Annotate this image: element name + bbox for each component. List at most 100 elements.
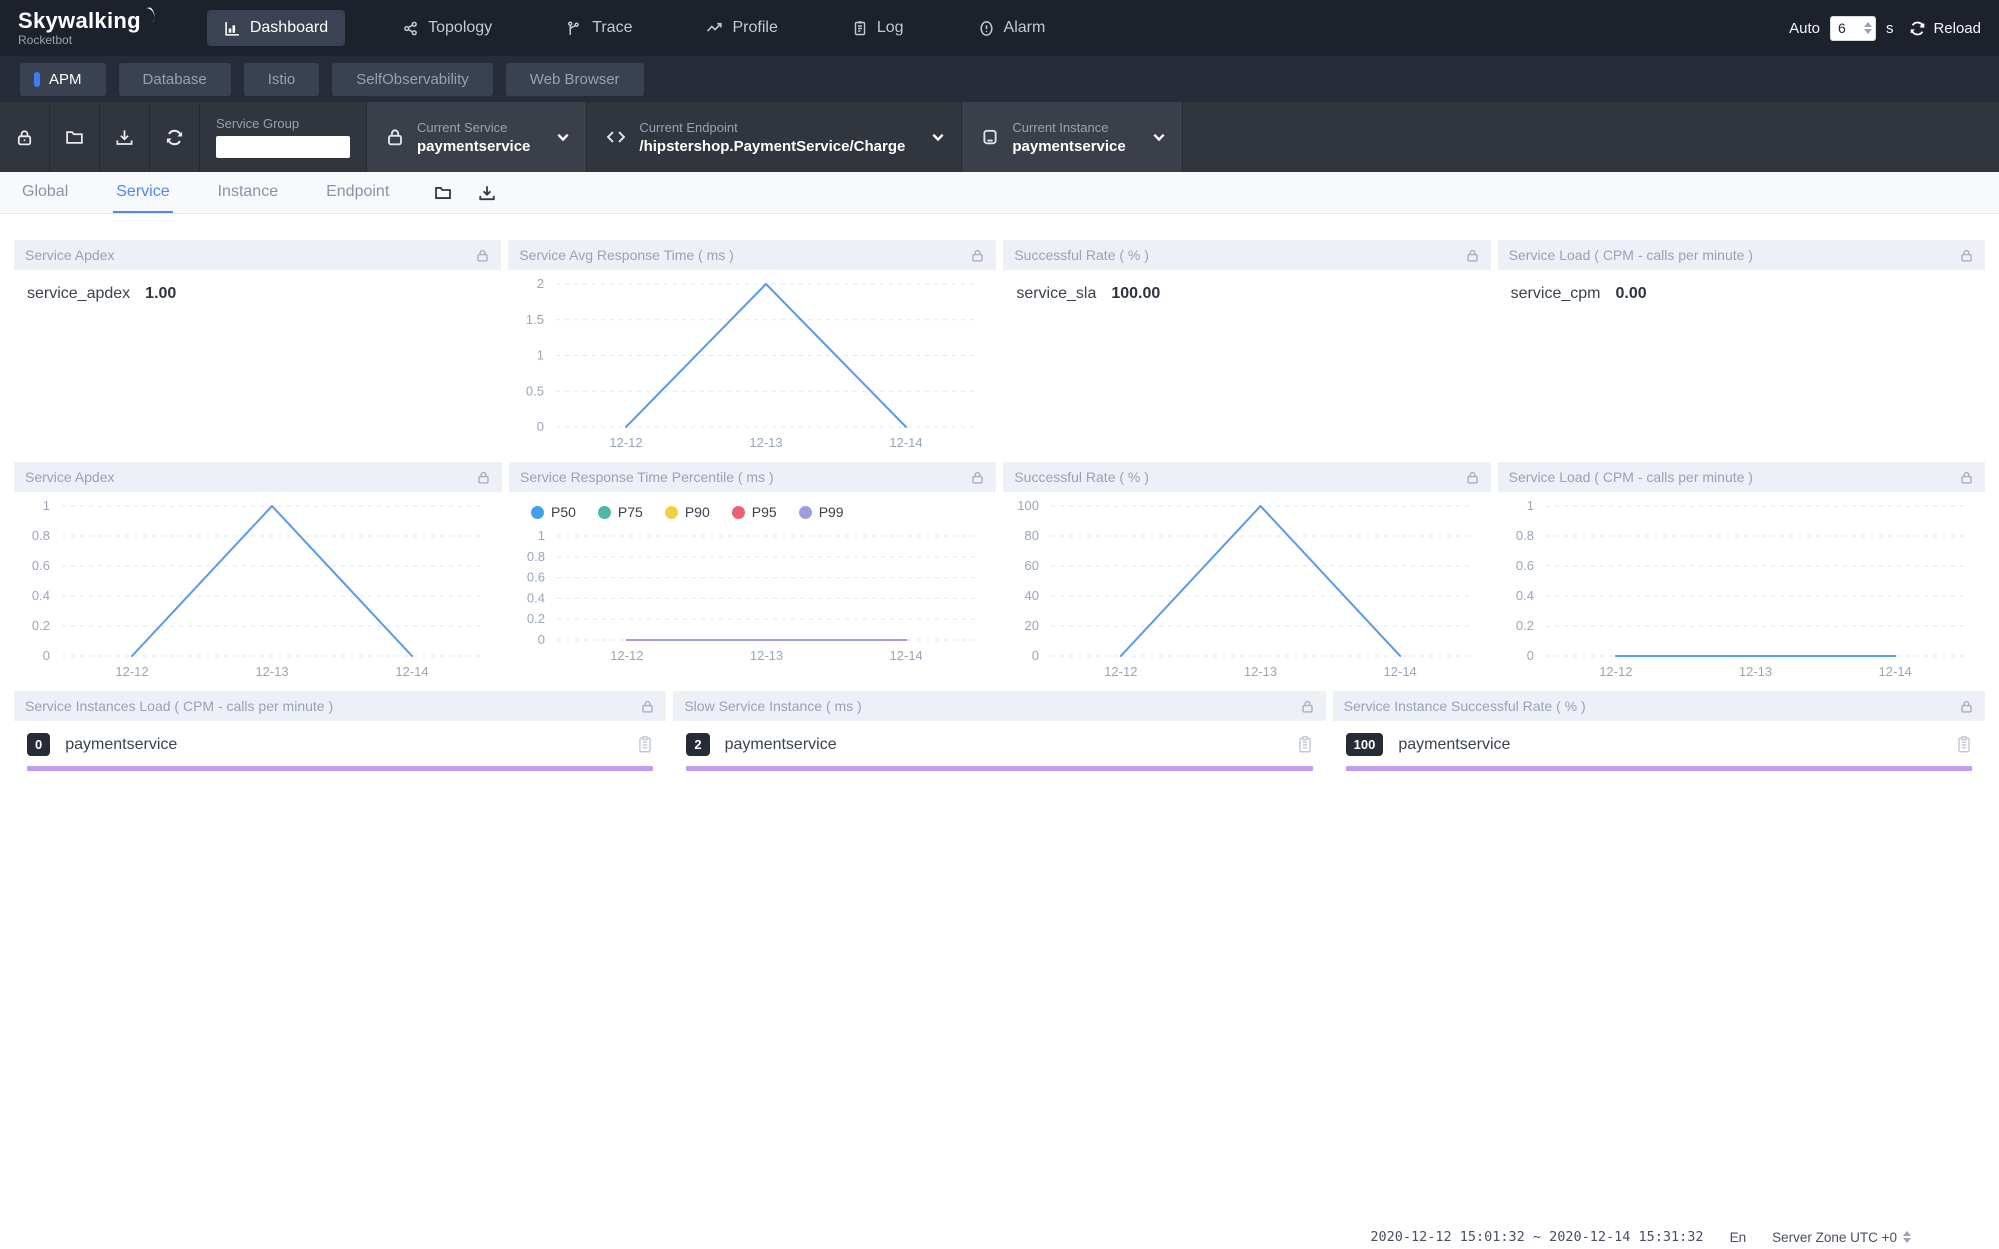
svg-text:0.5: 0.5 — [526, 383, 544, 398]
auto-reload-controls: Auto s Reload — [1789, 16, 1981, 41]
service-group-input[interactable] — [216, 136, 350, 158]
copy-icon[interactable] — [1956, 736, 1972, 754]
metric-value: service_sla 100.00 — [1003, 270, 1490, 318]
lock-icon[interactable] — [1465, 248, 1480, 263]
metric-value: service_apdex 1.00 — [14, 270, 501, 318]
svg-text:12-13: 12-13 — [1244, 664, 1277, 679]
nav-item-trace[interactable]: Trace — [549, 10, 649, 46]
copy-icon[interactable] — [1297, 736, 1313, 754]
svg-text:0.6: 0.6 — [1516, 558, 1534, 573]
brand-logo: Skywalking Rocketbot — [18, 10, 159, 47]
lock-icon[interactable] — [640, 699, 655, 714]
top-nav-bar: Skywalking Rocketbot Dashboard Topology … — [0, 0, 1999, 56]
legend-item-P90[interactable]: P90 — [665, 504, 710, 520]
value-badge: 2 — [686, 733, 709, 756]
dashboard-toolbar: Service Group Current Service paymentser… — [0, 102, 1999, 172]
auto-interval-input[interactable] — [1838, 20, 1860, 36]
lock-icon[interactable] — [1465, 470, 1480, 485]
tab-instance[interactable]: Instance — [215, 172, 281, 213]
instance-row[interactable]: 0 paymentservice — [27, 733, 653, 756]
svg-text:12-14: 12-14 — [890, 648, 923, 663]
svg-text:12-13: 12-13 — [255, 664, 288, 679]
lock-icon[interactable] — [475, 248, 490, 263]
nav-item-dashboard[interactable]: Dashboard — [207, 10, 345, 46]
tab-service[interactable]: Service — [113, 172, 172, 213]
svg-text:0.8: 0.8 — [32, 528, 50, 543]
instance-row[interactable]: 100 paymentservice — [1346, 733, 1972, 756]
tab-endpoint[interactable]: Endpoint — [323, 172, 392, 213]
svg-text:12-14: 12-14 — [890, 435, 923, 450]
lock-icon[interactable] — [1300, 699, 1315, 714]
reload-button[interactable]: Reload — [1909, 20, 1981, 37]
svg-text:1: 1 — [1526, 498, 1533, 513]
value-badge: 0 — [27, 733, 50, 756]
card-title: Service Load ( CPM - calls per minute ) — [1509, 247, 1959, 263]
legend-item-P75[interactable]: P75 — [598, 504, 643, 520]
chevron-down-icon — [556, 130, 570, 144]
lock-icon[interactable] — [1959, 470, 1974, 485]
current-service-selector[interactable]: Current Service paymentservice — [367, 102, 587, 172]
zone-stepper-arrows[interactable] — [1903, 1231, 1911, 1243]
trace-icon — [566, 20, 583, 37]
svg-text:12-13: 12-13 — [750, 648, 783, 663]
card-title: Service Apdex — [25, 247, 475, 263]
chevron-down-icon — [931, 130, 945, 144]
lock-icon[interactable] — [1959, 699, 1974, 714]
current-endpoint-selector[interactable]: Current Endpoint /hipstershop.PaymentSer… — [587, 102, 962, 172]
svg-text:0: 0 — [1032, 648, 1039, 663]
language-toggle[interactable]: En — [1730, 1230, 1747, 1245]
svg-text:0.8: 0.8 — [1516, 528, 1534, 543]
svg-text:12-14: 12-14 — [1878, 664, 1911, 679]
nav-item-topology[interactable]: Topology — [385, 10, 509, 46]
group-tab-web-browser[interactable]: Web Browser — [506, 63, 644, 96]
refresh-templates-button[interactable] — [150, 102, 200, 172]
current-endpoint-value: /hipstershop.PaymentService/Charge — [639, 138, 905, 155]
nav-item-log[interactable]: Log — [835, 10, 921, 46]
current-service-label: Current Service — [417, 120, 530, 135]
import-dashboard-button[interactable] — [434, 184, 452, 202]
export-dashboard-button[interactable] — [478, 184, 496, 202]
copy-icon[interactable] — [637, 736, 653, 754]
svg-text:0.8: 0.8 — [527, 549, 545, 564]
export-template-button[interactable] — [100, 102, 150, 172]
svg-text:1: 1 — [538, 528, 545, 543]
import-template-button[interactable] — [50, 102, 100, 172]
nav-item-profile[interactable]: Profile — [689, 10, 794, 46]
card-response-time-percentile: Service Response Time Percentile ( ms ) … — [509, 462, 996, 684]
lock-icon[interactable] — [970, 470, 985, 485]
nav-item-alarm[interactable]: Alarm — [961, 10, 1063, 46]
group-tab-apm[interactable]: APM — [20, 63, 106, 96]
card-service-load-value: Service Load ( CPM - calls per minute ) … — [1498, 240, 1985, 455]
stepper-arrows[interactable] — [1864, 22, 1872, 34]
time-range-picker[interactable]: 2020-12-12 15:01:32 ~ 2020-12-14 15:31:3… — [1370, 1229, 1703, 1245]
svg-text:0: 0 — [537, 419, 544, 434]
legend-dot — [531, 506, 544, 519]
svg-text:0.2: 0.2 — [527, 611, 545, 626]
instance-row[interactable]: 2 paymentservice — [686, 733, 1312, 756]
group-tab-database[interactable]: Database — [119, 63, 231, 96]
card-service-apdex-value: Service Apdex service_apdex 1.00 — [14, 240, 501, 455]
svg-text:0: 0 — [538, 632, 545, 647]
lock-icon[interactable] — [970, 248, 985, 263]
lock-icon[interactable] — [476, 470, 491, 485]
svg-text:12-12: 12-12 — [1599, 664, 1632, 679]
legend-item-P95[interactable]: P95 — [732, 504, 777, 520]
legend-item-P99[interactable]: P99 — [799, 504, 844, 520]
group-tab-istio[interactable]: Istio — [244, 63, 320, 96]
legend-item-P50[interactable]: P50 — [531, 504, 576, 520]
server-zone-control[interactable]: Server Zone UTC +0 — [1772, 1230, 1911, 1245]
tab-global[interactable]: Global — [19, 172, 71, 213]
svg-text:1.5: 1.5 — [526, 312, 544, 327]
dashboard-content: Service Apdex service_apdex 1.00 Service… — [0, 214, 1999, 771]
lock-icon[interactable] — [1959, 248, 1974, 263]
group-tab-selfobservability[interactable]: SelfObservability — [332, 63, 493, 96]
line-chart: 00.20.40.60.8112-1212-1312-14 — [1498, 492, 1985, 684]
refresh-icon — [165, 128, 184, 147]
card-service-instances-load: Service Instances Load ( CPM - calls per… — [14, 691, 666, 771]
chart-legend: P50 P75 P90 P95 P99 — [509, 492, 996, 522]
reload-icon — [1909, 20, 1926, 37]
auto-interval-stepper[interactable] — [1830, 16, 1876, 41]
current-instance-selector[interactable]: Current Instance paymentservice — [962, 102, 1182, 172]
lock-edit-button[interactable] — [0, 102, 50, 172]
folder-icon — [65, 128, 84, 147]
